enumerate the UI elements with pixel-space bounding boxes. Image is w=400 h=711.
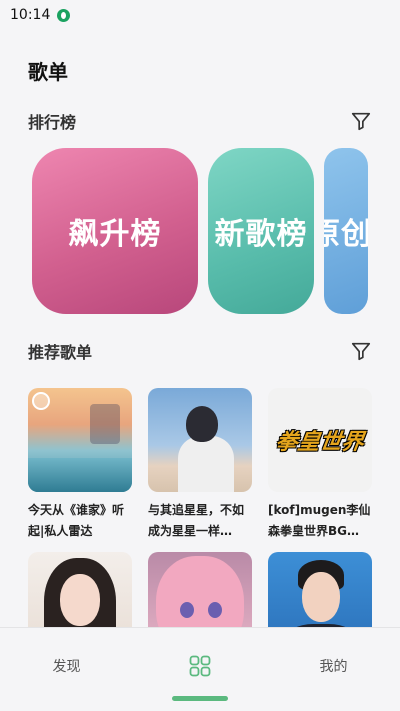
cover-logo: 拳皇世界 <box>273 430 366 455</box>
status-time: 10:14 <box>10 7 51 23</box>
radar-icon <box>32 392 50 410</box>
rank-section-title: 排行榜 <box>28 113 77 132</box>
playlist-card[interactable]: 拳皇世界 [kof]mugen李仙森拳皇世界BG… <box>268 388 372 542</box>
nav-active-indicator <box>172 696 228 701</box>
playlist-title: 与其追星星，不如成为星星一样… <box>148 503 245 538</box>
playlist-cover <box>148 388 252 492</box>
nav-label: 我的 <box>319 659 348 675</box>
nav-discover[interactable]: 发现 <box>0 628 133 704</box>
playlist-title: [kof]mugen李仙森拳皇世界BG… <box>268 503 371 538</box>
filter-icon[interactable] <box>350 110 372 132</box>
cover-art-shape <box>180 602 194 618</box>
nav-label: 发现 <box>52 659 81 675</box>
nav-mine[interactable]: 我的 <box>267 628 400 704</box>
rank-section-header: 排行榜 <box>28 109 372 133</box>
rank-card-new-songs[interactable]: 新歌榜 <box>208 148 314 314</box>
app-notification-icon <box>57 8 71 22</box>
cover-art-shape <box>208 602 222 618</box>
cover-art-shape <box>90 404 120 444</box>
rank-card-label: 新歌榜 <box>214 217 308 252</box>
nav-playlists[interactable] <box>133 628 266 704</box>
playlist-title: 今天从《谁家》听起|私人雷达 <box>28 503 125 538</box>
playlist-card[interactable]: 与其追星星，不如成为星星一样… <box>148 388 252 542</box>
page-title: 歌单 <box>28 60 68 84</box>
rank-card-label: 原创 <box>324 217 368 252</box>
grid-icon <box>189 655 210 677</box>
rank-carousel[interactable]: 飙升榜 新歌榜 原创 <box>0 148 400 316</box>
filter-icon[interactable] <box>350 340 372 362</box>
rank-card-original[interactable]: 原创 <box>324 148 368 314</box>
bottom-nav: 发现 我的 <box>0 627 400 711</box>
cover-art-shape <box>302 572 340 622</box>
rank-card-label: 飙升榜 <box>68 217 162 252</box>
cover-art-shape <box>28 458 132 492</box>
cover-art-shape <box>178 436 234 492</box>
rank-card-soaring[interactable]: 飙升榜 <box>32 148 198 314</box>
cover-art-shape <box>60 574 100 626</box>
recommend-section-header: 推荐歌单 <box>28 339 372 363</box>
status-bar: 10:14 <box>0 0 400 30</box>
playlist-cover <box>28 388 132 492</box>
cover-art-shape <box>186 406 218 442</box>
recommend-section-title: 推荐歌单 <box>28 343 93 362</box>
playlist-card[interactable]: 今天从《谁家》听起|私人雷达 <box>28 388 132 542</box>
playlist-cover: 拳皇世界 <box>268 388 372 492</box>
